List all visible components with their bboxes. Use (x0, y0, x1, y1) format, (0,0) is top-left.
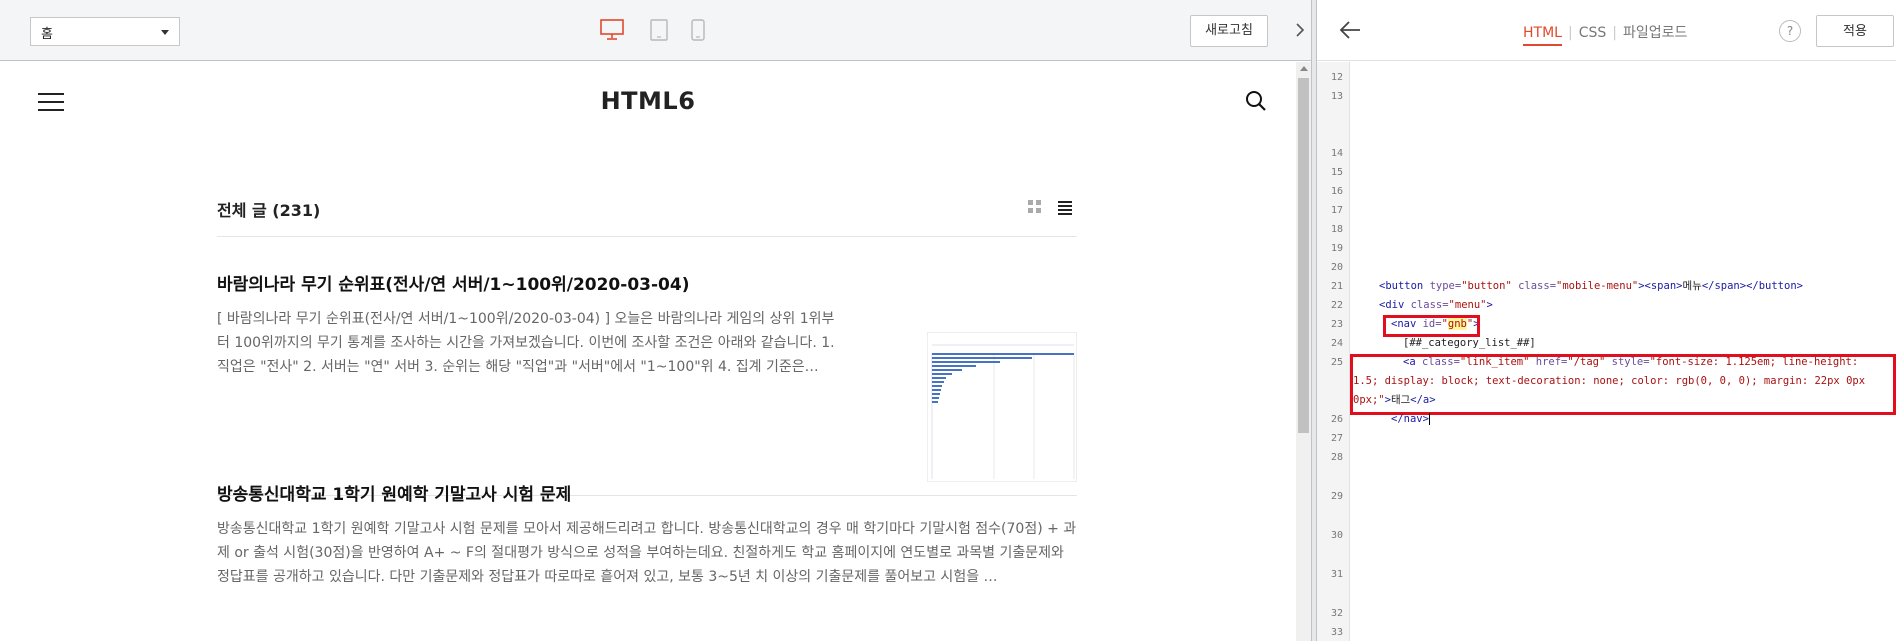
post-title[interactable]: 바람의나라 무기 순위표(전사/연 서버/1~100위/2020-03-04) (217, 270, 1077, 295)
line-number: 12 (1330, 72, 1343, 83)
line-number: 26 (1330, 414, 1343, 425)
line-number: 21 (1330, 281, 1343, 292)
page-select-value: 홈 (41, 27, 53, 42)
line-number: 23 (1330, 319, 1343, 330)
page-select[interactable]: 홈 (30, 17, 180, 46)
line-number: 27 (1330, 433, 1343, 444)
post-thumbnail[interactable] (927, 332, 1077, 482)
line-number: 13 (1330, 91, 1343, 102)
editor-tabs: HTML | CSS | 파일업로드 (1523, 22, 1687, 46)
apply-button[interactable]: 적용 (1816, 15, 1894, 47)
line-number: 15 (1330, 167, 1343, 178)
collapse-arrow-icon[interactable] (1293, 20, 1307, 40)
chevron-down-icon (161, 30, 169, 35)
scroll-up-icon[interactable] (1300, 66, 1308, 71)
code-line[interactable]: <button type="button" class="mobile-menu… (1379, 277, 1803, 296)
scroll-thumb[interactable] (1298, 78, 1309, 433)
line-number: 19 (1330, 243, 1343, 254)
post-excerpt: 방송통신대학교 1학기 원예학 기말고사 시험 문제를 모아서 제공해드리려고 … (217, 521, 1077, 585)
code-line[interactable]: </nav> (1391, 410, 1430, 429)
tablet-icon[interactable] (650, 19, 668, 45)
post-excerpt: [ 바람의나라 무기 순위표(전사/연 서버/1~100위/2020-03-04… (217, 311, 835, 375)
line-number-gutter: 12 13 14 15 16 17 18 19 20 21 22 23 24 2… (1317, 62, 1350, 641)
line-number: 33 (1330, 627, 1343, 638)
line-number: 30 (1330, 530, 1343, 541)
text-cursor (1428, 413, 1430, 425)
line-number: 32 (1330, 608, 1343, 619)
editor-pane: HTML | CSS | 파일업로드 ? 적용 12 13 14 15 16 17 18… (1317, 0, 1896, 641)
post-item[interactable]: 바람의나라 무기 순위표(전사/연 서버/1~100위/2020-03-04) … (217, 270, 1077, 496)
post-list-header: 전체 글 (231) (217, 197, 1077, 237)
code-line[interactable]: <div class="menu"> (1379, 296, 1493, 315)
line-number: 14 (1330, 148, 1343, 159)
desktop-icon[interactable] (600, 19, 624, 45)
search-icon[interactable] (1245, 90, 1269, 114)
line-number: 17 (1330, 205, 1343, 216)
line-number: 20 (1330, 262, 1343, 273)
preview-scrollbar[interactable] (1296, 62, 1311, 641)
help-icon[interactable]: ? (1779, 20, 1801, 42)
tab-file-upload[interactable]: 파일업로드 (1623, 22, 1687, 45)
back-arrow-icon[interactable] (1339, 20, 1361, 40)
grid-view-icon[interactable] (1027, 199, 1043, 215)
line-number: 28 (1330, 452, 1343, 463)
preview-pane: 홈 새로고침 HTML6 전체 글 (231) 바람의나라 무기 순위표(전사/… (0, 0, 1311, 641)
line-number: 25 (1330, 357, 1343, 368)
list-view-icon[interactable] (1057, 199, 1073, 215)
code-editor[interactable]: <button type="button" class="mobile-menu… (1350, 62, 1896, 641)
preview-toolbar: 홈 새로고침 (0, 0, 1311, 61)
mobile-icon[interactable] (691, 19, 705, 45)
tab-css[interactable]: CSS (1579, 25, 1607, 44)
post-title[interactable]: 방송통신대학교 1학기 원예학 기말고사 시험 문제 (217, 480, 1077, 505)
tab-html[interactable]: HTML (1523, 25, 1562, 46)
code-line[interactable]: [##_category_list_##] (1403, 334, 1536, 353)
post-list-title: 전체 글 (231) (217, 201, 321, 220)
blog-title[interactable]: HTML6 (0, 87, 1296, 115)
line-number: 24 (1330, 338, 1343, 349)
refresh-button[interactable]: 새로고침 (1190, 15, 1268, 47)
line-number: 18 (1330, 224, 1343, 235)
tab-separator: | (1612, 25, 1617, 41)
tab-separator: | (1567, 25, 1573, 41)
line-number: 31 (1330, 569, 1343, 580)
line-number: 16 (1330, 186, 1343, 197)
highlight-box (1350, 354, 1896, 415)
blog-preview: HTML6 전체 글 (231) 바람의나라 무기 순위표(전사/연 서버/1~… (0, 62, 1296, 641)
post-item[interactable]: 방송통신대학교 1학기 원예학 기말고사 시험 문제 방송통신대학교 1학기 원… (217, 480, 1077, 589)
editor-header: HTML | CSS | 파일업로드 ? 적용 (1317, 0, 1896, 61)
line-number: 29 (1330, 491, 1343, 502)
line-number: 22 (1330, 300, 1343, 311)
